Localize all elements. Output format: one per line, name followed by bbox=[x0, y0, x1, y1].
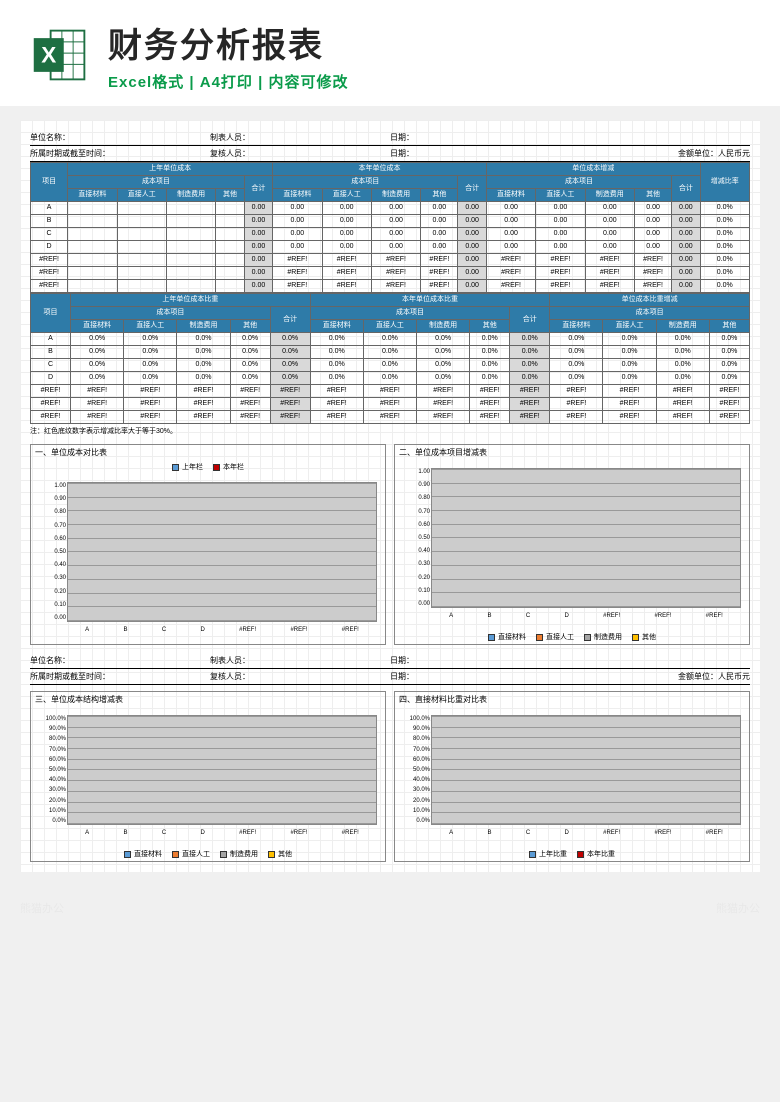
th-item: 项目 bbox=[31, 163, 68, 202]
cost-table-2: 项目 上年单位成本比重 本年单位成本比重 单位成本比重增减 成本项目合计 成本项… bbox=[30, 293, 750, 424]
info-row-2: 所属时期或截至时间： 复核人员： 日期： 金额单位：人民币元 bbox=[30, 146, 750, 162]
table-row: C0.000.000.000.000.000.000.000.000.000.0… bbox=[31, 228, 750, 241]
table-row: A0.0%0.0%0.0%0.0%0.0%0.0%0.0%0.0%0.0%0.0… bbox=[31, 333, 750, 346]
table-row: #REF!0.00#REF!#REF!#REF!#REF!0.00#REF!#R… bbox=[31, 267, 750, 280]
table-row: A0.000.000.000.000.000.000.000.000.000.0… bbox=[31, 202, 750, 215]
watermark: 熊猫办公 bbox=[20, 900, 64, 916]
table-row: #REF!0.00#REF!#REF!#REF!#REF!0.00#REF!#R… bbox=[31, 280, 750, 293]
table-row: C0.0%0.0%0.0%0.0%0.0%0.0%0.0%0.0%0.0%0.0… bbox=[31, 359, 750, 372]
cost-table-1: 项目 上年单位成本 本年单位成本 单位成本增减 增减比率 成本项目合计 成本项目… bbox=[30, 162, 750, 293]
table-row: B0.0%0.0%0.0%0.0%0.0%0.0%0.0%0.0%0.0%0.0… bbox=[31, 346, 750, 359]
info-row-4: 所属时期或截至时间： 复核人员： 日期： 金额单位：人民币元 bbox=[30, 669, 750, 685]
table-row: D0.000.000.000.000.000.000.000.000.000.0… bbox=[31, 241, 750, 254]
table-row: #REF!#REF!#REF!#REF!#REF!#REF!#REF!#REF!… bbox=[31, 411, 750, 424]
chart-2: 二、单位成本项目增减表 1.000.900.800.700.600.500.40… bbox=[394, 444, 750, 645]
th-group: 上年单位成本 bbox=[68, 163, 273, 176]
page-header: X 财务分析报表 Excel格式 | A4打印 | 内容可修改 bbox=[0, 0, 780, 106]
th-ratio: 增减比率 bbox=[700, 163, 749, 202]
chart-1: 一、单位成本对比表 上年栏本年栏 1.000.900.800.700.600.5… bbox=[30, 444, 386, 645]
excel-icon: X bbox=[30, 25, 90, 85]
table-row: #REF!0.00#REF!#REF!#REF!#REF!0.00#REF!#R… bbox=[31, 254, 750, 267]
chart-3: 三、单位成本结构增减表 100.0%90.0%80.0%70.0%60.0%50… bbox=[30, 691, 386, 862]
th-group: 本年单位成本 bbox=[273, 163, 487, 176]
preparer-label: 制表人员： bbox=[210, 132, 390, 143]
note-text: 注：红色底纹数字表示增减比率大于等于30%。 bbox=[30, 424, 750, 438]
svg-text:X: X bbox=[41, 43, 56, 68]
info-row-1: 单位名称： 制表人员： 日期： bbox=[30, 130, 750, 146]
date-label: 日期： bbox=[390, 132, 570, 143]
date-label: 日期： bbox=[390, 148, 570, 159]
currency-label: 金额单位：人民币元 bbox=[570, 148, 750, 159]
table-row: #REF!#REF!#REF!#REF!#REF!#REF!#REF!#REF!… bbox=[31, 398, 750, 411]
th-group: 单位成本增减 bbox=[486, 163, 700, 176]
page-title: 财务分析报表 bbox=[108, 18, 750, 67]
reviewer-label: 复核人员： bbox=[210, 148, 390, 159]
table-row: B0.000.000.000.000.000.000.000.000.000.0… bbox=[31, 215, 750, 228]
watermark: 熊猫办公 bbox=[716, 900, 760, 916]
unit-label: 单位名称： bbox=[30, 132, 210, 143]
table-row: D0.0%0.0%0.0%0.0%0.0%0.0%0.0%0.0%0.0%0.0… bbox=[31, 372, 750, 385]
page-subtitle: Excel格式 | A4打印 | 内容可修改 bbox=[108, 71, 750, 92]
period-label: 所属时期或截至时间： bbox=[30, 148, 210, 159]
info-row-3: 单位名称： 制表人员： 日期： bbox=[30, 653, 750, 669]
spreadsheet-preview: 单位名称： 制表人员： 日期： 所属时期或截至时间： 复核人员： 日期： 金额单… bbox=[20, 120, 760, 872]
table-row: #REF!#REF!#REF!#REF!#REF!#REF!#REF!#REF!… bbox=[31, 385, 750, 398]
chart-4: 四、直接材料比重对比表 100.0%90.0%80.0%70.0%60.0%50… bbox=[394, 691, 750, 862]
